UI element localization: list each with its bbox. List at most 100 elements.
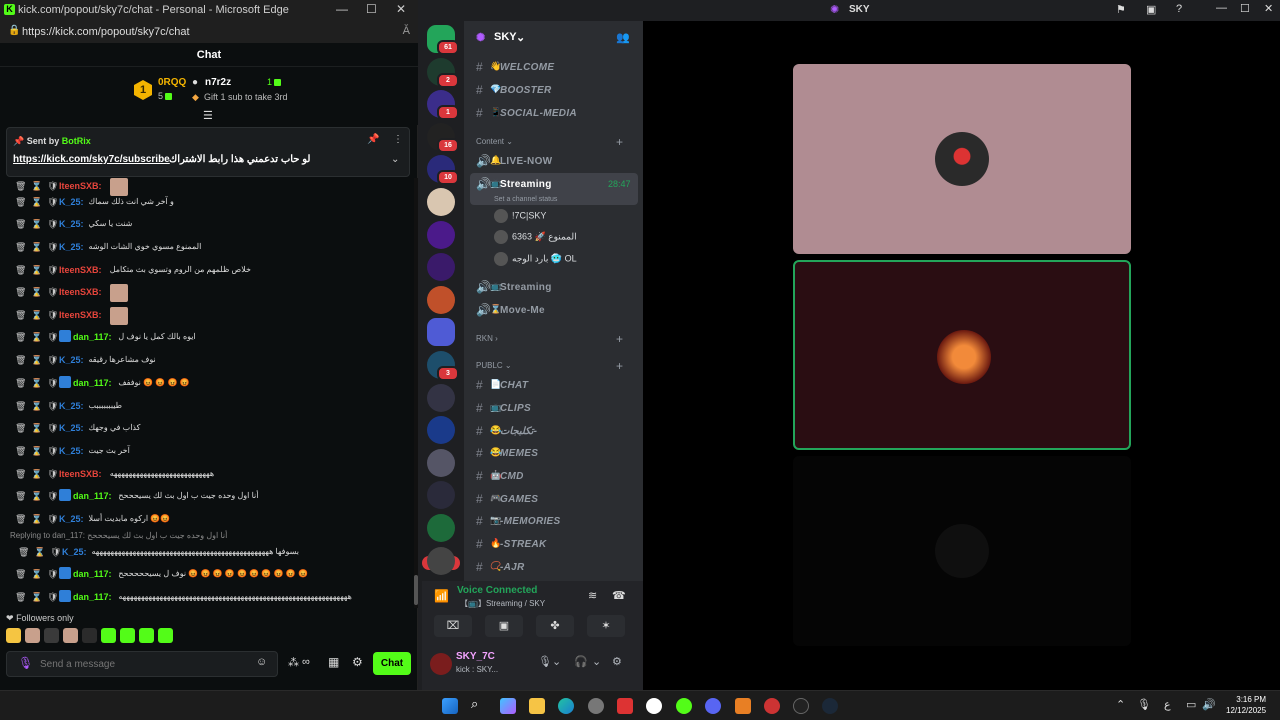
add-channel-icon[interactable]: + bbox=[616, 332, 623, 346]
address-bar[interactable]: 🔒 https://kick.com/popout/sky7c/chat Ă bbox=[0, 21, 418, 43]
server-icon[interactable] bbox=[427, 416, 455, 445]
quick-emote-icon[interactable] bbox=[82, 628, 97, 643]
channel-item[interactable]: # 📺 CLIPS bbox=[470, 398, 638, 418]
ban-icon[interactable]: 🛡 bbox=[50, 547, 61, 558]
chat-username[interactable]: dan_117: bbox=[73, 378, 112, 388]
server-icon[interactable] bbox=[427, 448, 455, 477]
chat-message[interactable]: 🗑 ⌛ 🛡 K_25: اركوه مابديت أسلا 😡😡 bbox=[0, 511, 412, 531]
channel-item[interactable]: 🔊 📺 Streaming 28:47 bbox=[470, 174, 638, 194]
chat-message[interactable]: 🗑 ⌛ 🛡 dan_117: نوففف 😡 😡 😡 😡 bbox=[0, 375, 412, 395]
timeout-icon[interactable]: ⌛ bbox=[31, 514, 42, 525]
username[interactable]: SKY_7C bbox=[456, 651, 495, 662]
mic-icon[interactable]: 🎙 bbox=[18, 656, 33, 670]
app-icon[interactable] bbox=[646, 698, 662, 714]
timeout-icon[interactable]: ⌛ bbox=[31, 569, 42, 580]
chat-username[interactable]: K_25: bbox=[59, 197, 84, 207]
leader-second-name[interactable]: n7r2z bbox=[205, 77, 231, 88]
gear-icon[interactable]: ⚙ bbox=[612, 655, 622, 668]
app-icon[interactable] bbox=[764, 698, 780, 714]
add-channel-icon[interactable]: + bbox=[616, 135, 623, 149]
channel-item[interactable]: # 😂 MEMES bbox=[470, 443, 638, 463]
delete-icon[interactable]: 🗑 bbox=[15, 469, 26, 480]
language-indicator[interactable]: ع bbox=[1164, 698, 1171, 711]
screen-icon[interactable]: ▣ bbox=[1146, 3, 1156, 16]
quick-emote-icon[interactable] bbox=[63, 628, 78, 643]
delete-icon[interactable]: 🗑 bbox=[15, 491, 26, 502]
chat-message[interactable]: 🗑 ⌛ 🛡 K_25: نوف مشاعرها رقيقه bbox=[0, 352, 412, 372]
avatar[interactable] bbox=[430, 653, 452, 675]
timeout-icon[interactable]: ⌛ bbox=[31, 491, 42, 502]
server-icon[interactable]: 3 bbox=[427, 351, 459, 381]
timeout-icon[interactable]: ⌛ bbox=[31, 287, 42, 298]
timeout-icon[interactable]: ⌛ bbox=[34, 547, 45, 558]
signal-icon[interactable]: 📶 bbox=[434, 589, 449, 603]
ban-icon[interactable]: 🛡 bbox=[47, 378, 58, 389]
chevron-up-icon[interactable]: ⌃ bbox=[1116, 698, 1125, 711]
quick-emote-icon[interactable] bbox=[44, 628, 59, 643]
chat-message-list[interactable]: 🗑 ⌛ 🛡 IteenSXB: 🗑 ⌛ 🛡 K_25: و آخر شي انت ذلك سما… bbox=[0, 178, 412, 608]
set-status-link[interactable]: Set a channel status bbox=[494, 196, 557, 203]
infinity-icon[interactable]: ∞ bbox=[302, 656, 310, 668]
channel-item[interactable]: 🔊 ⌛ Move-Me bbox=[470, 300, 638, 320]
subscribe-link[interactable]: https://kick.com/sky7c/subscribe bbox=[13, 154, 170, 165]
voice-connected-label[interactable]: Voice Connected bbox=[457, 585, 537, 596]
minimize-icon[interactable]: — bbox=[1216, 2, 1227, 14]
timeout-icon[interactable]: ⌛ bbox=[31, 355, 42, 366]
ban-icon[interactable]: 🛡 bbox=[47, 287, 58, 298]
mic-icon[interactable]: 🎙 bbox=[1137, 698, 1151, 711]
channel-item[interactable]: # 🤖 CMD bbox=[470, 466, 638, 486]
delete-icon[interactable]: 🗑 bbox=[15, 332, 26, 343]
quick-emote-icon[interactable] bbox=[139, 628, 154, 643]
ban-icon[interactable]: 🛡 bbox=[47, 514, 58, 525]
ban-icon[interactable]: 🛡 bbox=[47, 592, 58, 603]
delete-icon[interactable]: 🗑 bbox=[15, 287, 26, 298]
soundboard-button[interactable]: ✶ bbox=[587, 615, 625, 637]
ban-icon[interactable]: 🛡 bbox=[47, 469, 58, 480]
delete-icon[interactable]: 🗑 bbox=[15, 310, 26, 321]
timeout-icon[interactable]: ⌛ bbox=[31, 310, 42, 321]
delete-icon[interactable]: 🗑 bbox=[15, 265, 26, 276]
app-icon[interactable] bbox=[735, 698, 751, 714]
chat-message[interactable]: 🗑 ⌛ 🛡 IteenSXB: bbox=[0, 307, 412, 327]
more-options-icon[interactable]: ⋮ bbox=[393, 134, 403, 145]
pinned-bot-name[interactable]: BotRix bbox=[62, 136, 91, 146]
delete-icon[interactable]: 🗑 bbox=[15, 401, 26, 412]
ban-icon[interactable]: 🛡 bbox=[47, 332, 58, 343]
chat-username[interactable]: K_25: bbox=[59, 514, 84, 524]
add-channel-icon[interactable]: + bbox=[616, 359, 623, 373]
ban-icon[interactable]: 🛡 bbox=[47, 265, 58, 276]
app-icon[interactable] bbox=[793, 698, 809, 714]
chat-send-button[interactable]: Chat bbox=[373, 652, 411, 675]
ban-icon[interactable]: 🛡 bbox=[47, 569, 58, 580]
ban-icon[interactable]: 🛡 bbox=[47, 355, 58, 366]
ban-icon[interactable]: 🛡 bbox=[47, 197, 58, 208]
timeout-icon[interactable]: ⌛ bbox=[31, 219, 42, 230]
app-icon[interactable] bbox=[617, 698, 633, 714]
chat-username[interactable]: dan_117: bbox=[73, 592, 112, 602]
ban-icon[interactable]: 🛡 bbox=[47, 423, 58, 434]
close-icon[interactable]: ✕ bbox=[396, 2, 406, 16]
delete-icon[interactable]: 🗑 bbox=[15, 197, 26, 208]
steam-icon[interactable] bbox=[822, 698, 838, 714]
chat-username[interactable]: dan_117: bbox=[73, 569, 112, 579]
server-icon[interactable]: 10 bbox=[427, 155, 459, 186]
chrome-icon[interactable] bbox=[588, 698, 604, 714]
channel-item[interactable]: # 😂 تكلبجات- bbox=[470, 421, 638, 441]
participant-tile-speaking[interactable] bbox=[793, 260, 1131, 450]
chat-username[interactable]: K_25: bbox=[59, 446, 84, 456]
channel-item[interactable]: # 📿 -AJR bbox=[470, 557, 638, 577]
maximize-icon[interactable]: ☐ bbox=[366, 2, 377, 16]
quick-emote-icon[interactable] bbox=[158, 628, 173, 643]
delete-icon[interactable]: 🗑 bbox=[15, 514, 26, 525]
chat-username[interactable]: K_25: bbox=[59, 242, 84, 252]
chat-message[interactable]: 🗑 ⌛ 🛡 dan_117: نوف ل يسيحححححح 😡 😡 😡 😡 😡 😡 😡… bbox=[0, 566, 412, 586]
quick-emote-bar[interactable] bbox=[6, 628, 406, 646]
server-icon[interactable] bbox=[427, 285, 455, 314]
category-content[interactable]: Content ⌄ + bbox=[476, 135, 623, 149]
voice-user[interactable]: !7C|SKY bbox=[494, 209, 546, 223]
delete-icon[interactable]: 🗑 bbox=[18, 547, 29, 558]
discord-icon[interactable] bbox=[705, 698, 721, 714]
url-text[interactable]: https://kick.com/popout/sky7c/chat bbox=[22, 26, 190, 38]
timeout-icon[interactable]: ⌛ bbox=[31, 265, 42, 276]
chat-message[interactable]: 🗑 ⌛ 🛡 K_25: و آخر شي انت ذلك سماك bbox=[0, 194, 412, 214]
